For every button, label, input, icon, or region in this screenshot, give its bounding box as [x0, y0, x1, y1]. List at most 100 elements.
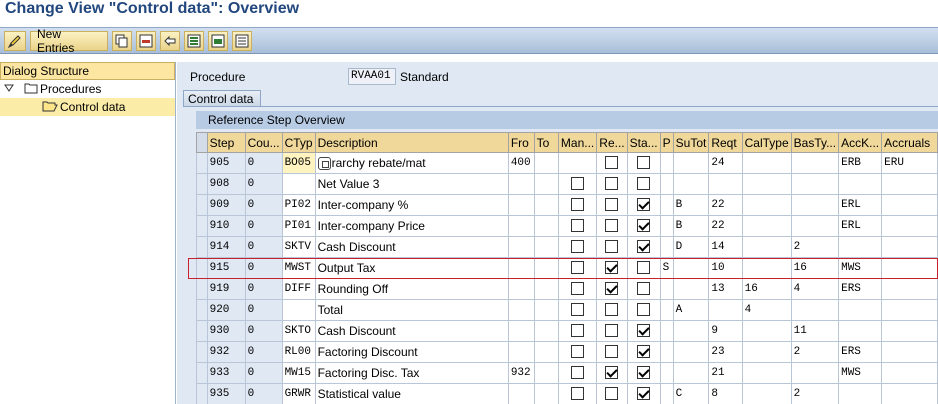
row-selector[interactable]: [196, 320, 208, 342]
condition-type-cell[interactable]: BO05: [281, 152, 316, 174]
from-step-cell[interactable]: [507, 383, 535, 404]
from-step-cell[interactable]: [507, 194, 535, 216]
statistical-cell[interactable]: [626, 278, 661, 300]
base-type-cell[interactable]: 4: [790, 278, 840, 300]
calc-type-cell[interactable]: [741, 320, 792, 342]
manual-checkbox[interactable]: [571, 303, 585, 317]
base-type-cell[interactable]: [790, 173, 840, 195]
row-selector[interactable]: [196, 299, 208, 321]
new-entries-button[interactable]: New Entries: [30, 27, 108, 55]
accruals-cell[interactable]: [881, 383, 938, 404]
from-step-cell[interactable]: 400: [507, 152, 535, 174]
subtotal-cell[interactable]: [672, 278, 710, 300]
statistical-checkbox[interactable]: [637, 387, 651, 401]
statistical-checkbox[interactable]: [637, 240, 651, 254]
manual-checkbox[interactable]: [571, 219, 585, 233]
accruals-cell[interactable]: [881, 362, 938, 384]
condition-type-cell[interactable]: PI01: [281, 215, 316, 237]
base-type-cell[interactable]: [790, 362, 840, 384]
from-step-cell[interactable]: 932: [507, 362, 535, 384]
statistical-checkbox[interactable]: [637, 198, 651, 212]
manual-cell[interactable]: [557, 278, 598, 300]
row-selector[interactable]: [196, 341, 208, 363]
table-row[interactable]: 919 0 DIFF Rounding Off 13 16 4 ERS: [196, 278, 938, 300]
manual-checkbox[interactable]: [571, 324, 585, 338]
statistical-cell[interactable]: [626, 320, 661, 342]
from-step-cell[interactable]: [507, 257, 535, 279]
calc-type-cell[interactable]: [741, 215, 792, 237]
column-header[interactable]: Reqt: [708, 132, 743, 153]
required-checkbox[interactable]: [605, 261, 619, 275]
table-row[interactable]: 915 0 MWST Output Tax S 10 16 MWS: [196, 257, 938, 279]
description-cell[interactable]: Statistical value: [314, 383, 509, 404]
base-type-cell[interactable]: 2: [790, 341, 840, 363]
column-header[interactable]: To: [533, 132, 559, 153]
description-cell[interactable]: Factoring Disc. Tax: [314, 362, 509, 384]
requirement-cell[interactable]: 13: [708, 278, 743, 300]
base-type-cell[interactable]: 11: [790, 320, 840, 342]
column-header[interactable]: Cou...: [244, 132, 283, 153]
calc-type-cell[interactable]: [741, 152, 792, 174]
from-step-cell[interactable]: [507, 173, 535, 195]
statistical-cell[interactable]: [626, 194, 661, 216]
column-header[interactable]: P: [659, 132, 674, 153]
subtotal-cell[interactable]: B: [672, 194, 710, 216]
manual-cell[interactable]: [557, 383, 598, 404]
select-block-button[interactable]: [208, 31, 228, 51]
print-cell[interactable]: [659, 152, 674, 174]
print-cell[interactable]: [659, 320, 674, 342]
required-checkbox[interactable]: [605, 345, 619, 359]
row-selector[interactable]: [196, 383, 208, 404]
statistical-checkbox[interactable]: [637, 324, 651, 338]
statistical-cell[interactable]: [626, 257, 661, 279]
required-checkbox[interactable]: [605, 240, 619, 254]
to-step-cell[interactable]: [533, 257, 559, 279]
manual-cell[interactable]: [557, 152, 598, 174]
select-all-column-header[interactable]: [196, 132, 208, 153]
calc-type-cell[interactable]: [741, 362, 792, 384]
display-change-button[interactable]: [4, 31, 26, 51]
to-step-cell[interactable]: [533, 278, 559, 300]
to-step-cell[interactable]: [533, 362, 559, 384]
to-step-cell[interactable]: [533, 341, 559, 363]
accruals-cell[interactable]: [881, 320, 938, 342]
required-cell[interactable]: [596, 257, 628, 279]
table-row[interactable]: 920 0 Total A 4: [196, 299, 938, 321]
print-cell[interactable]: [659, 194, 674, 216]
table-row[interactable]: 909 0 PI02 Inter-company % B 22 ERL: [196, 194, 938, 216]
statistical-checkbox[interactable]: [637, 219, 651, 233]
subtotal-cell[interactable]: [672, 341, 710, 363]
tree-item-procedures[interactable]: Procedures: [0, 80, 175, 98]
base-type-cell[interactable]: 16: [790, 257, 840, 279]
account-key-cell[interactable]: MWS: [838, 257, 883, 279]
account-key-cell[interactable]: [838, 383, 883, 404]
row-selector[interactable]: [196, 173, 208, 195]
subtotal-cell[interactable]: [672, 362, 710, 384]
from-step-cell[interactable]: [507, 236, 535, 258]
manual-cell[interactable]: [557, 194, 598, 216]
from-step-cell[interactable]: [507, 278, 535, 300]
to-step-cell[interactable]: [533, 383, 559, 404]
manual-cell[interactable]: [557, 257, 598, 279]
column-header[interactable]: Man...: [557, 132, 598, 153]
calc-type-cell[interactable]: [741, 341, 792, 363]
to-step-cell[interactable]: [533, 320, 559, 342]
print-cell[interactable]: S: [659, 257, 674, 279]
row-selector[interactable]: [196, 257, 208, 279]
calc-type-cell[interactable]: [741, 257, 792, 279]
column-header[interactable]: Sta...: [626, 132, 661, 153]
select-all-button[interactable]: [184, 31, 204, 51]
description-cell[interactable]: Total: [314, 299, 509, 321]
manual-cell[interactable]: [557, 236, 598, 258]
manual-cell[interactable]: [557, 173, 598, 195]
from-step-cell[interactable]: [507, 320, 535, 342]
condition-type-cell[interactable]: SKTV: [281, 236, 316, 258]
row-selector[interactable]: [196, 152, 208, 174]
to-step-cell[interactable]: [533, 215, 559, 237]
row-selector[interactable]: [196, 236, 208, 258]
required-checkbox[interactable]: [605, 324, 619, 338]
print-cell[interactable]: [659, 341, 674, 363]
subtotal-cell[interactable]: [672, 173, 710, 195]
description-cell[interactable]: Output Tax: [314, 257, 509, 279]
column-header[interactable]: CTyp: [281, 132, 316, 153]
